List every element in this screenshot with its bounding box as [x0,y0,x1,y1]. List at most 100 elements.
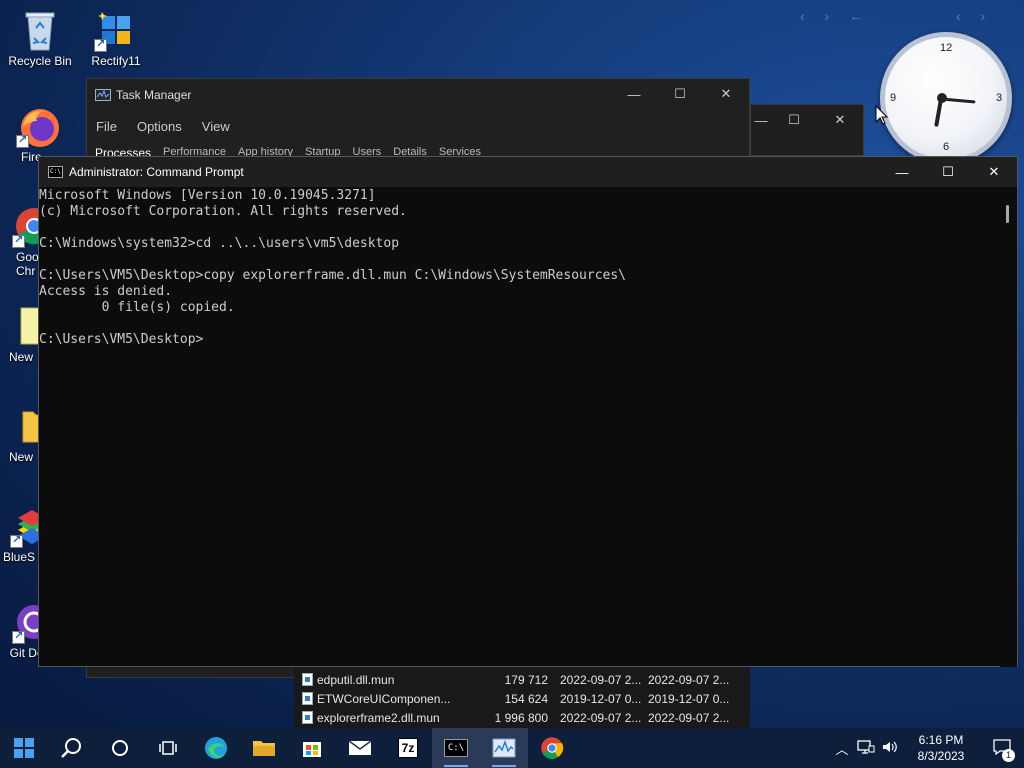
close-icon[interactable]: ✕ [703,79,749,109]
chevron-up-icon[interactable]: ︿ [830,739,854,758]
store-icon [303,742,321,757]
widget-nav-arrows-left[interactable]: ‹ › ← [800,8,871,24]
console-line: (c) Microsoft Corporation. All rights re… [39,204,407,219]
firefox-icon [16,106,59,148]
taskbar-7zip[interactable]: 7z [384,728,432,768]
command-prompt-icon: C:\ [443,739,469,757]
explorer-file-list: edputil.dll.mun 179 712 2022-09-07 2... … [294,666,750,730]
edge-icon [205,737,227,759]
cortana-button[interactable] [96,728,144,768]
mouse-pointer-icon [875,105,889,125]
clock-gadget[interactable]: 12 3 6 9 [880,32,1012,164]
taskbar-mail[interactable] [336,728,384,768]
console-line: C:\Users\VM5\Desktop> [39,332,204,347]
file-name: edputil.dll.mun [317,672,395,687]
command-prompt-titlebar[interactable]: C:\ Administrator: Command Prompt — ☐ ✕ [39,157,1017,187]
maximize-icon[interactable]: ☐ [657,79,703,109]
task-manager-icon [492,738,516,758]
console-scrollbar[interactable] [1000,187,1017,667]
taskbar-clock[interactable]: 6:16 PM 8/3/2023 [902,732,980,764]
taskbar-time: 6:16 PM [918,733,964,747]
start-button[interactable] [0,728,48,768]
minimize-icon[interactable]: — [751,105,771,135]
close-icon[interactable]: ✕ [971,157,1017,187]
shortcut-arrow-icon [94,37,107,52]
command-prompt-title: Administrator: Command Prompt [69,165,244,179]
volume-icon[interactable] [878,739,902,758]
notification-count-badge: 1 [1002,748,1015,762]
file-date-created: 2019-12-07 0... [648,691,730,706]
file-date-modified: 2022-09-07 2... [560,672,642,687]
file-size: 1 996 800 [494,710,548,725]
dll-file-icon [302,711,313,724]
file-size: 179 712 [504,672,548,687]
shortcut-arrow-icon [12,233,25,248]
search-icon [61,738,81,758]
file-name: ETWCoreUIComponen... [317,691,451,706]
rectify11-icon [94,10,136,52]
taskbar-file-explorer[interactable] [240,728,288,768]
file-date-modified: 2022-09-07 2... [560,710,642,725]
shortcut-arrow-icon [16,133,29,148]
dll-file-icon [302,692,313,705]
console-line: Microsoft Windows [Version 10.0.19045.32… [39,188,376,203]
windows-logo-icon [14,738,34,758]
console-line: 0 file(s) copied. [39,300,235,315]
menu-options[interactable]: Options [137,119,182,134]
desktop-icon-recycle-bin[interactable]: Recycle Bin [0,10,80,68]
7zip-icon: 7z [397,738,419,758]
shortcut-arrow-icon [10,533,23,548]
taskbar-command-prompt[interactable]: C:\ [432,728,480,768]
console-output[interactable]: Microsoft Windows [Version 10.0.19045.32… [39,187,1017,348]
menu-view[interactable]: View [202,119,230,134]
desktop-icon-rectify11[interactable]: Rectify11 Control [76,10,156,68]
taskbar-store[interactable] [288,728,336,768]
clock-center-dot [937,93,947,103]
mail-icon [348,740,372,755]
taskbar: 7z C:\ ︿ 6:16 PM 8/3/2023 1 [0,728,1024,768]
network-icon[interactable] [854,739,878,758]
menu-file[interactable]: File [96,119,117,134]
command-prompt-window[interactable]: C:\ Administrator: Command Prompt — ☐ ✕ … [38,156,1018,667]
clock-numeral-3: 3 [996,92,1003,104]
chrome-icon [541,737,564,759]
taskbar-chrome[interactable] [528,728,576,768]
file-date-modified: 2019-12-07 0... [560,691,642,706]
command-prompt-window-controls: — ☐ ✕ [879,157,1017,187]
background-window[interactable]: — ☐ ✕ [750,104,864,156]
clock-numeral-6: 6 [943,141,950,153]
minimize-icon[interactable]: — [879,157,925,187]
maximize-icon[interactable]: ☐ [771,105,817,135]
background-window-controls: — ☐ ✕ [751,105,863,135]
system-tray: ︿ 6:16 PM 8/3/2023 1 [830,728,1024,768]
file-row[interactable]: explorerframe2.dll.mun 1 996 800 2022-09… [294,708,750,727]
file-size: 154 624 [504,691,548,706]
dll-file-icon [302,673,313,686]
console-line: Access is denied. [39,284,173,299]
maximize-icon[interactable]: ☐ [925,157,971,187]
file-row[interactable]: edputil.dll.mun 179 712 2022-09-07 2... … [294,670,750,689]
file-row[interactable]: ETWCoreUIComponen... 154 624 2019-12-07 … [294,689,750,708]
console-line: C:\Windows\system32>cd ..\..\users\vm5\d… [39,236,400,251]
clock-numeral-9: 9 [890,92,897,104]
task-manager-icon [95,89,111,101]
file-name: explorerframe2.dll.mun [317,710,440,725]
task-view-button[interactable] [144,728,192,768]
shortcut-arrow-icon [12,629,25,644]
cortana-circle-icon [112,740,128,756]
notification-center-button[interactable]: 1 [980,738,1024,762]
folder-icon [253,741,275,756]
recycle-bin-icon [20,10,60,51]
search-button[interactable] [48,728,96,768]
taskbar-edge[interactable] [192,728,240,768]
taskbar-task-manager[interactable] [480,728,528,768]
task-view-icon [159,741,177,755]
command-prompt-icon: C:\ [48,166,63,178]
console-scrollbar-thumb[interactable] [1006,205,1009,223]
minimize-icon[interactable]: — [611,79,657,109]
task-manager-window-controls: — ☐ ✕ [611,79,749,109]
task-manager-titlebar[interactable]: Task Manager — ☐ ✕ [87,79,749,111]
file-date-created: 2022-09-07 2... [648,710,730,725]
close-icon[interactable]: ✕ [817,105,863,135]
